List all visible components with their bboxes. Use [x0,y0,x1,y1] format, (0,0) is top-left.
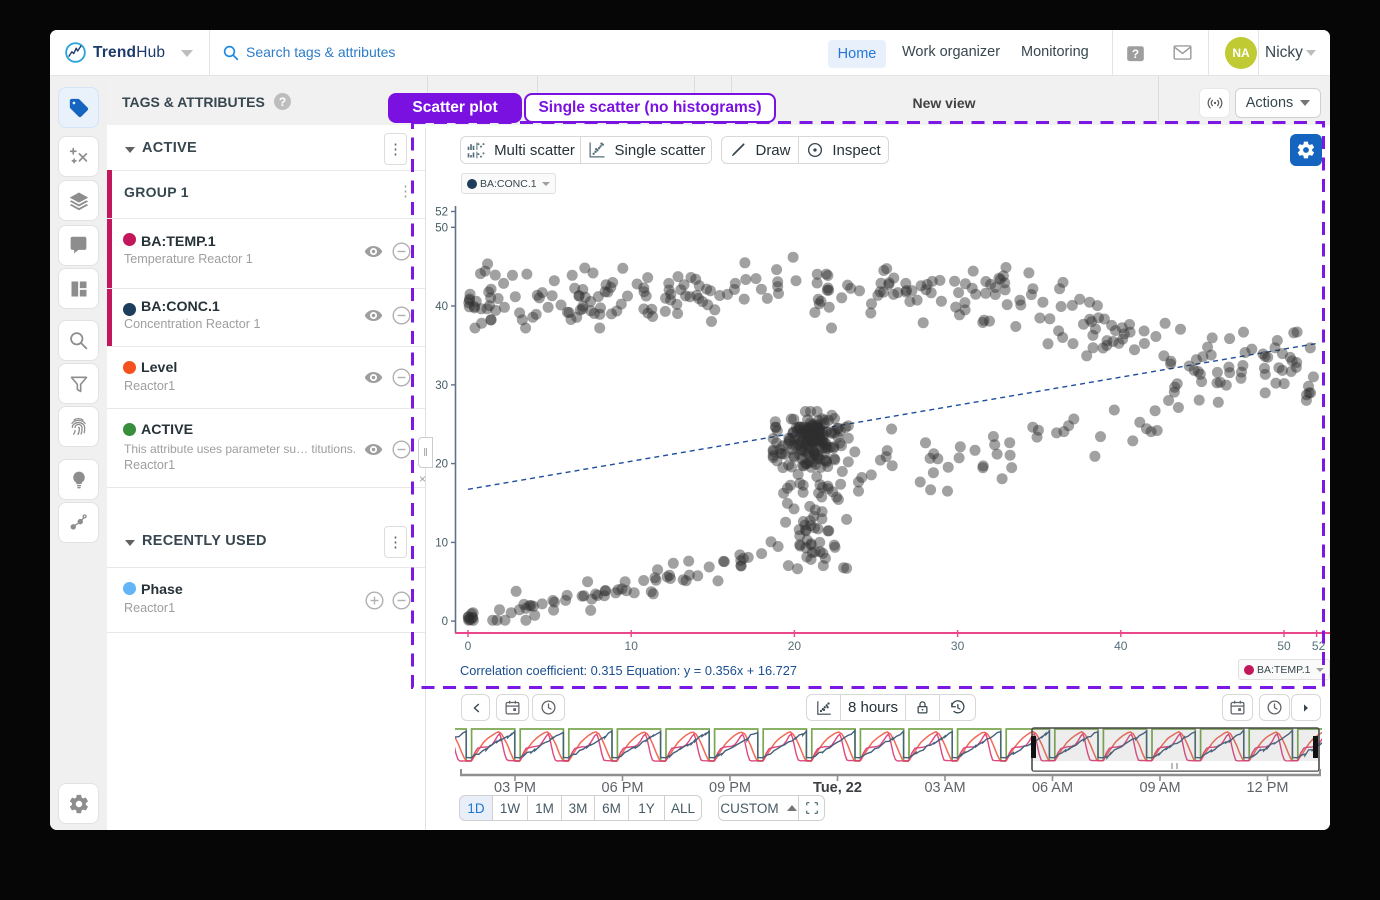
svg-text:?: ? [1132,47,1139,61]
